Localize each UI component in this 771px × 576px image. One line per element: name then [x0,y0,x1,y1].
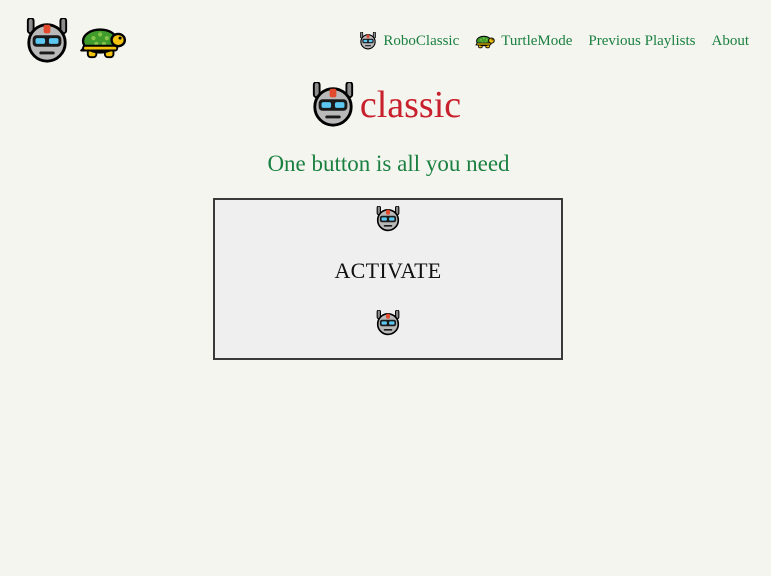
activate-button-label: ACTIVATE [334,258,442,283]
top-nav: RoboClassic TurtleMode Previous Playlist… [343,32,749,50]
robot-icon [359,32,377,50]
turtle-icon [475,33,495,49]
page-title: classic [359,84,462,126]
robot-icon [310,82,356,128]
activate-button[interactable]: ACTIVATE [213,198,563,360]
tagline: One button is all you need [267,151,510,176]
nav-about-label: About [711,32,750,49]
robot-icon [375,310,401,336]
nav-turtlemode-link[interactable]: TurtleMode [475,33,572,50]
page-header: classic [0,82,771,128]
nav-about-link[interactable]: About [712,33,750,50]
nav-turtlemode-label: TurtleMode [501,32,573,49]
nav-roboclassic-label: RoboClassic [383,32,460,49]
nav-previous-playlists-link[interactable]: Previous Playlists [588,33,695,50]
nav-roboclassic-link[interactable]: RoboClassic [359,32,459,50]
home-logo[interactable] [24,18,126,64]
turtle-icon [80,22,126,60]
robot-icon [24,18,70,64]
robot-icon [375,206,401,232]
nav-previous-playlists-label: Previous Playlists [588,32,696,49]
